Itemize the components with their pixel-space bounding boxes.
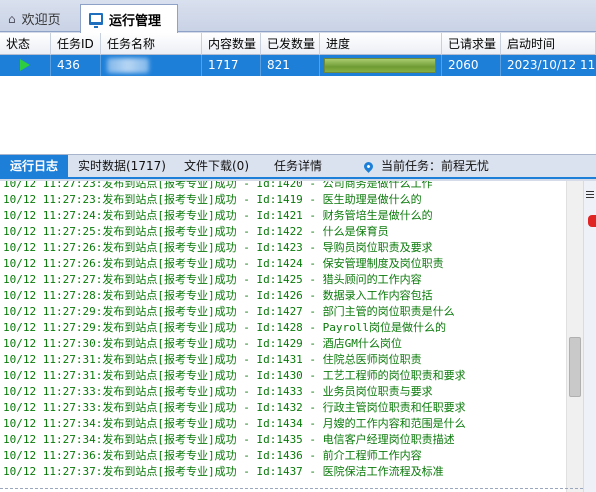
log-line: 10/12 11:27:23:发布到站点[报考专业]成功 - Id:1419 -… bbox=[3, 193, 422, 206]
app-window: ⌂ 欢迎页 运行管理 状态 任务ID 任务名称 内容数量 已发数量 进度 已请求… bbox=[0, 0, 596, 492]
home-icon: ⌂ bbox=[8, 11, 16, 26]
bottom-divider bbox=[0, 488, 583, 492]
column-header-task-name[interactable]: 任务名称 bbox=[101, 33, 202, 55]
log-line: 10/12 11:27:29:发布到站点[报考专业]成功 - Id:1428 -… bbox=[3, 321, 447, 334]
log-scrollbar[interactable] bbox=[566, 181, 583, 492]
log-line: 10/12 11:27:27:发布到站点[报考专业]成功 - Id:1425 -… bbox=[3, 273, 422, 286]
task-grid-header: 状态 任务ID 任务名称 内容数量 已发数量 进度 已请求量 启动时间 bbox=[0, 33, 596, 55]
log-line: 10/12 11:27:30:发布到站点[报考专业]成功 - Id:1429 -… bbox=[3, 337, 402, 350]
log-line: 10/12 11:27:33:发布到站点[报考专业]成功 - Id:1433 -… bbox=[3, 385, 433, 398]
column-header-sent-count[interactable]: 已发数量 bbox=[261, 33, 320, 55]
log-line: 10/12 11:27:37:发布到站点[报考专业]成功 - Id:1437 -… bbox=[3, 465, 444, 478]
log-line: 10/12 11:27:34:发布到站点[报考专业]成功 - Id:1435 -… bbox=[3, 433, 455, 446]
scrollbar-thumb[interactable] bbox=[569, 337, 581, 397]
log-line: 10/12 11:27:25:发布到站点[报考专业]成功 - Id:1422 -… bbox=[3, 225, 389, 238]
requested-cell: 2060 bbox=[442, 55, 501, 76]
status-cell bbox=[0, 55, 51, 76]
bottom-panel-tabs: 运行日志 实时数据(1717) 文件下载(0) 任务详情 当前任务：前程无忧 bbox=[0, 155, 596, 179]
tab-file-download[interactable]: 文件下载(0) bbox=[178, 155, 255, 177]
tab-run-manage-label: 运行管理 bbox=[109, 13, 162, 29]
log-line: 10/12 11:27:24:发布到站点[报考专业]成功 - Id:1421 -… bbox=[3, 209, 433, 222]
current-task-label: 当前任务：前程无忧 bbox=[381, 159, 490, 173]
log-line: 10/12 11:27:26:发布到站点[报考专业]成功 - Id:1423 -… bbox=[3, 241, 433, 254]
progress-cell bbox=[320, 55, 442, 76]
tab-run-log[interactable]: 运行日志 bbox=[0, 155, 68, 177]
monitor-icon bbox=[89, 13, 103, 28]
content-count-cell: 1717 bbox=[202, 55, 261, 76]
log-line: 10/12 11:27:36:发布到站点[报考专业]成功 - Id:1436 -… bbox=[3, 449, 422, 462]
log-line: 10/12 11:27:26:发布到站点[报考专业]成功 - Id:1424 -… bbox=[3, 257, 444, 270]
progress-bar-fill bbox=[325, 59, 435, 72]
alert-marker-icon bbox=[588, 215, 596, 227]
column-header-requested[interactable]: 已请求量 bbox=[442, 33, 501, 55]
column-header-content-count[interactable]: 内容数量 bbox=[202, 33, 261, 55]
redacted-task-name bbox=[107, 58, 149, 73]
tab-welcome[interactable]: ⌂ 欢迎页 bbox=[0, 5, 78, 32]
log-list: 10/12 11:27:23:发布到站点[报考专业]成功 - Id:1420 -… bbox=[0, 181, 466, 480]
column-header-start-time[interactable]: 启动时间 bbox=[501, 33, 596, 55]
log-line: 10/12 11:27:34:发布到站点[报考专业]成功 - Id:1434 -… bbox=[3, 417, 466, 430]
run-log-panel: 10/12 11:27:23:发布到站点[报考专业]成功 - Id:1420 -… bbox=[0, 181, 583, 492]
tab-welcome-label: 欢迎页 bbox=[21, 13, 61, 28]
log-line: 10/12 11:27:31:发布到站点[报考专业]成功 - Id:1430 -… bbox=[3, 369, 466, 382]
start-time-cell: 2023/10/12 11:15: bbox=[507, 58, 596, 72]
column-header-status[interactable]: 状态 bbox=[0, 33, 51, 55]
play-icon bbox=[20, 59, 30, 71]
right-side-strip bbox=[584, 181, 596, 492]
column-header-progress[interactable]: 进度 bbox=[320, 33, 442, 55]
log-line: 10/12 11:27:31:发布到站点[报考专业]成功 - Id:1431 -… bbox=[3, 353, 422, 366]
log-line: 10/12 11:27:28:发布到站点[报考专业]成功 - Id:1426 -… bbox=[3, 289, 433, 302]
task-grid: 状态 任务ID 任务名称 内容数量 已发数量 进度 已请求量 启动时间 436 … bbox=[0, 33, 596, 155]
tab-run-manage[interactable]: 运行管理 bbox=[80, 4, 178, 33]
progress-bar bbox=[324, 58, 436, 73]
log-line: 10/12 11:27:23:发布到站点[报考专业]成功 - Id:1420 -… bbox=[3, 181, 433, 190]
tab-realtime-data[interactable]: 实时数据(1717) bbox=[72, 155, 172, 177]
location-pin-icon bbox=[362, 159, 375, 173]
log-line: 10/12 11:27:29:发布到站点[报考专业]成功 - Id:1427 -… bbox=[3, 305, 455, 318]
main-tab-strip: ⌂ 欢迎页 运行管理 bbox=[0, 0, 596, 33]
tab-task-detail[interactable]: 任务详情 bbox=[268, 155, 328, 177]
sent-count-cell: 821 bbox=[261, 55, 320, 76]
table-row[interactable]: 436 1717 821 2060 2023/10/12 11:15: bbox=[0, 55, 596, 76]
task-id-cell: 436 bbox=[51, 55, 101, 76]
log-line: 10/12 11:27:33:发布到站点[报考专业]成功 - Id:1432 -… bbox=[3, 401, 466, 414]
menu-icon[interactable] bbox=[586, 191, 594, 199]
current-task-indicator: 当前任务：前程无忧 bbox=[358, 155, 495, 177]
task-name-cell bbox=[101, 55, 202, 76]
column-header-task-id[interactable]: 任务ID bbox=[51, 33, 101, 55]
